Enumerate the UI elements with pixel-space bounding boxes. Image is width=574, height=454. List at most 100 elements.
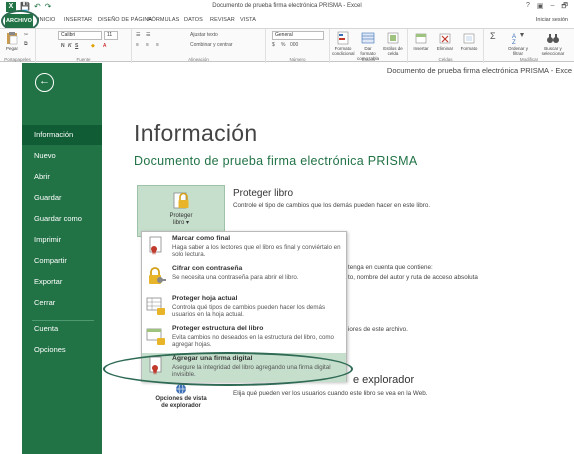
menu-item-description: Haga saber a los lectores que el libro e…: [172, 244, 341, 259]
group-modificar: Σ AZ Ordenar y filtrar Buscar y seleccio…: [484, 29, 574, 63]
italic-button[interactable]: K: [68, 43, 72, 49]
align-middle-icon[interactable]: ☰: [146, 32, 150, 38]
minimize-icon[interactable]: –: [551, 2, 555, 13]
group-alineacion: ☰ ☰ ≡ ≡ ≡ Ajustar texto Combinar y centr…: [132, 29, 266, 63]
percent-button[interactable]: %: [281, 42, 285, 48]
tab-insertar[interactable]: INSERTAR: [64, 17, 92, 23]
format-cells-button[interactable]: Formato: [458, 31, 480, 51]
sort-filter-icon: AZ: [512, 33, 524, 45]
sidebar-item-compartir[interactable]: Compartir: [22, 251, 102, 271]
signin-link[interactable]: Iniciar sesión: [536, 17, 568, 23]
group-celdas: Insertar Eliminar Formato Celdas: [408, 29, 484, 63]
protect-description: Controle el tipo de cambios que los demá…: [233, 202, 431, 209]
underline-button[interactable]: S: [75, 43, 78, 49]
digital-signature-highlight-ring: [103, 352, 353, 386]
menu-item-description: Evita cambios no deseados en la estructu…: [172, 334, 334, 349]
restore-icon[interactable]: 🗗: [561, 2, 568, 13]
align-center-icon[interactable]: ≡: [146, 42, 149, 48]
sheet-lock-icon: [146, 297, 165, 315]
font-color-icon[interactable]: A: [103, 43, 106, 49]
sidebar-item-informacion[interactable]: Información: [22, 125, 102, 145]
bold-button[interactable]: N: [61, 43, 65, 49]
document-name: Documento de prueba firma electrónica PR…: [134, 154, 418, 168]
paste-button[interactable]: Pegar: [1, 31, 23, 51]
menu-item-protect-sheet[interactable]: Proteger hoja actual Controla qué tipos …: [142, 293, 346, 323]
font-name-select[interactable]: Calibri: [58, 31, 102, 40]
title-bar: X 💾 ↶ ↷ Documento de prueba firma electr…: [0, 0, 574, 14]
tab-formulas[interactable]: FÓRMULAS: [148, 17, 179, 23]
menu-item-title: Proteger hoja actual: [172, 295, 238, 302]
sidebar-item-imprimir[interactable]: Imprimir: [22, 230, 102, 250]
find-select-button[interactable]: Buscar y seleccionar: [536, 31, 570, 56]
protect-heading: Proteger libro: [233, 188, 294, 199]
fill-color-icon[interactable]: ◆: [91, 43, 95, 49]
group-numero: General $ % 000 Número: [266, 29, 330, 63]
currency-icon[interactable]: $: [272, 42, 275, 48]
inspect-description-line-2: to, nombre del autor y ruta de acceso ab…: [348, 274, 478, 281]
insert-cells-button[interactable]: Insertar: [410, 31, 432, 51]
merge-center-button[interactable]: Combinar y centrar: [190, 42, 233, 48]
menu-item-title: Proteger estructura del libro: [172, 325, 264, 332]
cut-icon[interactable]: ✂: [24, 32, 28, 38]
svg-text:Z: Z: [512, 40, 516, 45]
copy-icon[interactable]: ⧉: [24, 41, 28, 47]
menu-item-description: Se necesita una contraseña para abrir el…: [172, 274, 299, 281]
browser-description: Elija qué pueden ver los usuarios cuando…: [233, 390, 428, 397]
sidebar-item-opciones[interactable]: Opciones: [22, 340, 102, 360]
group-fuente: Calibri 11 N K S ◆ A Fuente: [36, 29, 132, 63]
delete-cells-button[interactable]: Eliminar: [434, 31, 456, 51]
align-left-icon[interactable]: ≡: [136, 42, 139, 48]
align-right-icon[interactable]: ≡: [156, 42, 159, 48]
inspect-description-line-1: tenga en cuenta que contiene:: [348, 264, 433, 271]
cell-styles-icon: [387, 32, 399, 44]
window-controls: ? ▣ – 🗗: [526, 2, 568, 13]
sidebar-item-cuenta[interactable]: Cuenta: [22, 319, 102, 339]
format-cells-icon: [463, 33, 475, 44]
cell-styles-button[interactable]: Estilos de celda: [382, 31, 404, 56]
sidebar-item-cerrar[interactable]: Cerrar: [22, 293, 102, 313]
back-arrow-icon[interactable]: ←: [35, 73, 54, 92]
tab-revisar[interactable]: REVISAR: [210, 17, 235, 23]
sidebar-item-guardar[interactable]: Guardar: [22, 188, 102, 208]
browser-heading: e explorador: [353, 374, 415, 386]
menu-item-protect-structure[interactable]: Proteger estructura del libro Evita camb…: [142, 323, 346, 353]
tab-vista[interactable]: VISTA: [240, 17, 256, 23]
thousands-button[interactable]: 000: [290, 42, 298, 48]
ribbon-display-icon[interactable]: ▣: [537, 2, 544, 13]
group-estilos: Formato condicional Dar formato como tab…: [330, 29, 408, 63]
sidebar-item-exportar[interactable]: Exportar: [22, 272, 102, 292]
lock-document-icon: [173, 192, 189, 209]
sidebar-item-guardar-como[interactable]: Guardar como: [22, 209, 102, 229]
document-ribbon-icon: [149, 236, 162, 255]
autosum-icon[interactable]: Σ: [490, 31, 496, 41]
sidebar-item-nuevo[interactable]: Nuevo: [22, 146, 102, 166]
tab-datos[interactable]: DATOS: [184, 17, 203, 23]
backstage-doc-title: Documento de prueba firma electrónica PR…: [386, 66, 572, 75]
table-format-icon: [361, 32, 375, 44]
page-title: Información: [134, 120, 258, 146]
help-icon[interactable]: ?: [526, 2, 530, 13]
window-title: Documento de prueba firma electrónica PR…: [212, 3, 362, 9]
wrap-text-button[interactable]: Ajustar texto: [190, 32, 218, 38]
workbook-lock-icon: [146, 328, 165, 345]
font-size-select[interactable]: 11: [104, 31, 118, 40]
sidebar-item-abrir[interactable]: Abrir: [22, 167, 102, 187]
backstage-sidebar: ← Información Nuevo Abrir Guardar Guarda…: [22, 63, 102, 454]
tab-diseno-de-pagina[interactable]: DISEÑO DE PÁGINA: [98, 17, 152, 23]
ribbon-tabs: ARCHIVO INICIO INSERTAR DISEÑO DE PÁGINA…: [0, 14, 574, 28]
tab-inicio[interactable]: INICIO: [38, 17, 55, 23]
conditional-format-button[interactable]: Formato condicional: [332, 31, 355, 56]
align-top-icon[interactable]: ☰: [136, 32, 140, 38]
insert-cells-icon: [415, 33, 427, 44]
sort-filter-button[interactable]: AZ Ordenar y filtrar: [504, 31, 532, 56]
conditional-format-icon: [337, 31, 349, 45]
lock-key-icon: [149, 267, 166, 284]
versions-description: iores de este archivo.: [348, 326, 408, 333]
menu-item-mark-final[interactable]: Marcar como final Haga saber a los lecto…: [142, 233, 346, 263]
menu-item-encrypt-password[interactable]: Cifrar con contraseña Se necesita una co…: [142, 263, 346, 293]
delete-cells-icon: [439, 33, 451, 44]
protect-workbook-button[interactable]: Proteger libro ▾: [137, 185, 225, 237]
number-format-select[interactable]: General: [272, 31, 324, 40]
browser-view-options-button[interactable]: Opciones de vista de explorador: [137, 382, 225, 430]
menu-item-description: Controla qué tipos de cambios pueden hac…: [172, 304, 326, 319]
